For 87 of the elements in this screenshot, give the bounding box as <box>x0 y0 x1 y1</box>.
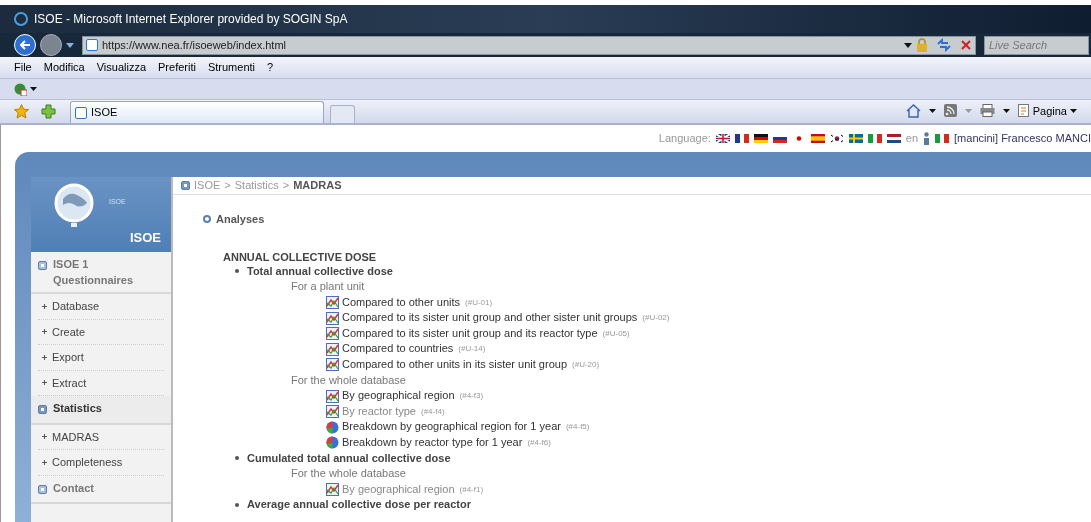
bullet-icon <box>38 484 47 494</box>
sidebar-title: ISOE <box>129 228 161 247</box>
line-chart-icon <box>326 483 339 497</box>
favorites-star-icon[interactable] <box>14 104 29 119</box>
topic-label: Cumulated total annual collective dose <box>247 450 451 466</box>
dropdown-caret-icon[interactable] <box>30 87 37 91</box>
page-icon <box>1017 104 1030 118</box>
add-favorite-icon[interactable] <box>41 104 56 119</box>
line-chart-icon <box>326 296 339 309</box>
flag-icon[interactable] <box>886 134 901 143</box>
section-label: Statistics <box>53 401 102 416</box>
sidebar-item[interactable]: Completeness <box>38 450 164 476</box>
analysis-link[interactable]: By geographical region (#4-f3) <box>326 388 1091 404</box>
sidebar-item[interactable]: MADRAS <box>38 424 164 450</box>
printer-icon[interactable] <box>979 104 995 118</box>
pie-chart-icon <box>326 436 339 450</box>
section-label: Contact <box>53 480 94 496</box>
globe-icon[interactable] <box>14 82 27 96</box>
sidebar-item[interactable]: Database <box>38 294 164 320</box>
bullet-icon <box>38 405 47 414</box>
dropdown-caret-icon[interactable] <box>66 42 74 48</box>
sidebar-item[interactable]: Create <box>38 319 164 345</box>
flag-icon[interactable] <box>753 134 768 143</box>
refresh-icon[interactable] <box>936 38 952 52</box>
page-icon <box>75 106 87 119</box>
page-icon <box>86 39 98 51</box>
analysis-link[interactable]: Compared to countries (#U-14) <box>326 341 1091 358</box>
window-title: ISOE - Microsoft Internet Explorer provided by SOGIN SpA <box>34 11 348 28</box>
user-name[interactable]: [mancini] Francesco MANCI <box>954 130 1091 147</box>
menu-item[interactable]: Strumenti <box>207 59 255 76</box>
current-language: en <box>905 131 919 147</box>
sidebar-section[interactable]: Statistics <box>31 396 171 425</box>
line-chart-icon <box>326 311 339 325</box>
group-label: For a plant unit <box>291 279 366 295</box>
flag-icon[interactable] <box>772 134 787 143</box>
page-menu-button[interactable]: Pagina <box>1017 102 1077 119</box>
group-label: For the whole database <box>291 466 407 482</box>
circle-bullet-icon <box>203 215 211 224</box>
flag-icon[interactable] <box>810 134 825 143</box>
analysis-link[interactable]: Compared to its sister unit group and other sister unit groups (#U-02) <box>326 310 1091 326</box>
section-label: ISOE 1 Questionnaires <box>53 257 135 288</box>
person-icon <box>923 132 931 145</box>
flag-icon[interactable] <box>829 134 844 143</box>
menu-item[interactable]: File <box>14 59 32 76</box>
bullet-icon <box>38 261 47 270</box>
group-label: For the whole database <box>291 372 407 388</box>
analysis-link[interactable]: Breakdown by geographical region for 1 year (#4-f5) <box>326 419 1091 436</box>
forward-button[interactable] <box>40 34 62 56</box>
pie-chart-icon <box>326 420 339 434</box>
bullet-icon <box>181 181 190 190</box>
dropdown-caret-icon[interactable] <box>904 42 912 48</box>
breadcrumb-separator: > <box>224 178 231 194</box>
sidebar-item[interactable]: Export <box>38 345 164 371</box>
language-label: Language: <box>658 131 711 147</box>
search-field[interactable]: Live Search <box>984 35 1089 55</box>
home-icon[interactable] <box>905 103 921 118</box>
arrow-left-icon <box>19 40 31 50</box>
address-field[interactable]: https://www.nea.fr/isoeweb/index.html <box>82 35 976 55</box>
line-chart-icon <box>326 342 339 356</box>
menu-item[interactable]: Visualizza <box>96 59 147 76</box>
analysis-link[interactable]: Compared to other units (#U-01) <box>326 294 1091 311</box>
topic-label: Average annual collective dose per reactor <box>247 497 471 513</box>
line-chart-icon <box>326 358 339 372</box>
menu-item[interactable]: Modifica <box>43 59 85 76</box>
line-chart-icon <box>326 327 339 341</box>
flag-icon[interactable] <box>734 134 749 143</box>
line-chart-icon <box>326 389 339 403</box>
section-heading: Analyses <box>216 212 265 227</box>
breadcrumb-item: MADRAS <box>293 178 342 194</box>
category-title: ANNUAL COLLECTIVE DOSE <box>223 249 378 264</box>
caret-icon <box>1070 108 1077 113</box>
dropdown-caret-icon[interactable] <box>1002 108 1010 113</box>
browser-tab[interactable]: ISOE <box>70 101 324 123</box>
menu-item[interactable]: ? <box>267 59 274 76</box>
flag-icon[interactable] <box>715 134 730 143</box>
close-icon[interactable] <box>960 39 972 51</box>
back-button[interactable] <box>14 34 36 56</box>
browser-logo-icon <box>14 12 28 26</box>
analysis-link[interactable]: Breakdown by reactor type for 1 year (#4-f6) <box>326 435 1091 451</box>
line-chart-icon <box>326 405 339 419</box>
analysis-link[interactable]: Compared to other units in its sister unit group (#U-20) <box>326 357 1091 373</box>
feed-icon[interactable] <box>943 104 957 118</box>
dropdown-caret-icon[interactable] <box>928 108 936 113</box>
breadcrumb-separator: > <box>282 178 290 194</box>
analysis-link[interactable]: Compared to its sister unit group and its reactor type (#U-05) <box>326 325 1091 342</box>
menu-item[interactable]: Preferiti <box>158 59 196 76</box>
topic-label: Total annual collective dose <box>247 263 393 279</box>
